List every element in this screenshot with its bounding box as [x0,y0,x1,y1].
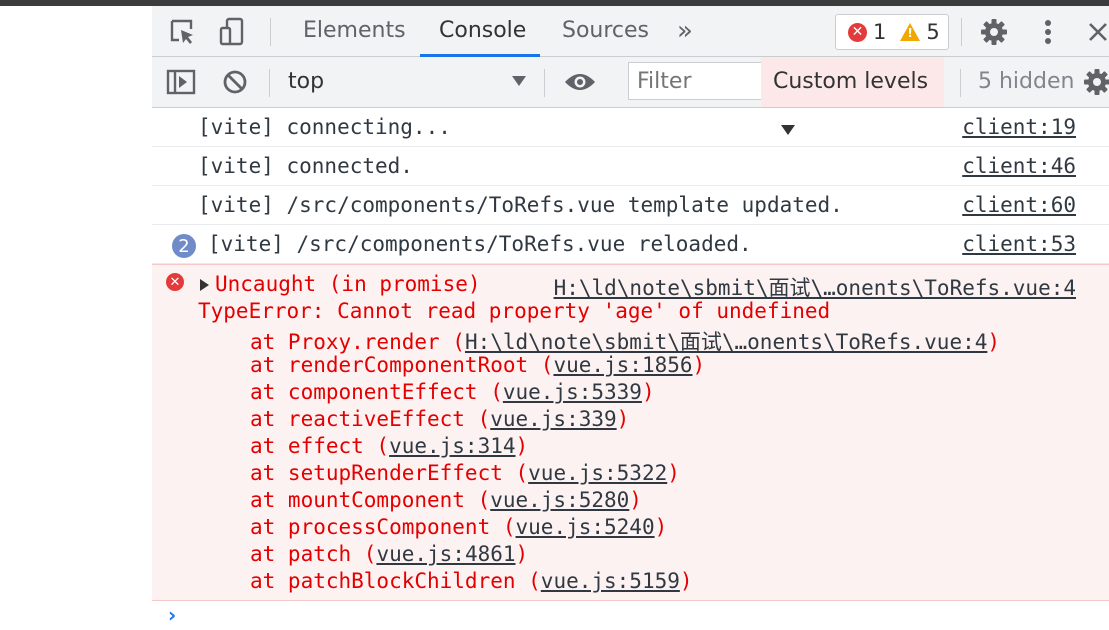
stack-frame-function: at Proxy.render ( [250,330,465,354]
hidden-messages-count: 5 hidden [978,69,1075,94]
stack-frame-function: at effect ( [250,434,390,458]
stack-frame-function: at setupRenderEffect ( [250,461,529,485]
stack-frame-link[interactable]: vue.js:4861 [376,542,515,566]
stack-frame-link[interactable]: vue.js:339 [490,407,616,431]
expand-triangle-icon[interactable] [200,279,209,291]
device-toolbar-icon[interactable] [216,16,250,48]
console-message: [vite] connecting... client:19 [152,108,1109,147]
error-icon: ✕ [848,22,867,42]
stack-frame: at patch (vue.js:4861) [250,542,528,566]
stack-frame-link[interactable]: vue.js:5280 [490,488,629,512]
stack-frame: at renderComponentRoot (vue.js:1856) [250,353,705,377]
stack-frame-function: at mountComponent ( [250,488,491,512]
stack-frame: at reactiveEffect (vue.js:339) [250,407,629,431]
error-icon: ✕ [166,273,184,291]
tab-elements[interactable]: Elements [303,6,406,56]
warning-count: 5 [926,20,940,44]
stack-frame-function: at reactiveEffect ( [250,407,491,431]
stack-frame-function: at processComponent ( [250,515,516,539]
tab-console[interactable]: Console [439,6,526,56]
stack-frame-function: at patch ( [250,542,377,566]
message-text: [vite] connected. [198,154,413,178]
log-levels-label: Custom levels [773,69,929,94]
stack-frame-link[interactable]: vue.js:5159 [541,569,680,593]
stack-frame-link[interactable]: vue.js:5240 [516,515,655,539]
message-source-link[interactable]: client:60 [962,193,1076,217]
stack-frame-link[interactable]: vue.js:5339 [503,380,642,404]
stack-frame: at mountComponent (vue.js:5280) [250,488,642,512]
stack-frame-close: ) [987,330,1001,354]
stack-frame-close: ) [641,380,655,404]
stack-frame-close: ) [515,434,529,458]
console-messages: [vite] connecting... client:19 [vite] co… [152,108,1109,601]
stack-frame: at setupRenderEffect (vue.js:5322) [250,461,680,485]
message-text: [vite] connecting... [198,115,451,139]
stack-frame: at componentEffect (vue.js:5339) [250,380,655,404]
filter-input[interactable] [628,62,766,100]
message-source-link[interactable]: client:53 [962,232,1076,256]
tab-divider [270,18,271,46]
message-source-link[interactable]: client:19 [962,115,1076,139]
stack-frame-close: ) [616,407,630,431]
console-message: [vite] /src/components/ToRefs.vue templa… [152,186,1109,225]
stack-frame-link[interactable]: vue.js:314 [389,434,515,458]
devtools-panel: Elements Console Sources » ✕ 1 ! 5 top F… [152,6,1109,630]
toolbar-divider [960,69,961,97]
toolbar-divider [544,69,545,97]
error-count: 1 [873,20,887,44]
warning-icon: ! [900,23,921,41]
stack-frame-function: at patchBlockChildren ( [250,569,541,593]
settings-gear-icon[interactable] [978,16,1010,48]
console-message: 2 [vite] /src/components/ToRefs.vue relo… [152,225,1109,264]
stack-frame-close: ) [667,461,680,485]
stack-frame: at patchBlockChildren (vue.js:5159) [250,569,693,593]
close-devtools-icon[interactable] [1084,18,1109,46]
tab-sources[interactable]: Sources [562,6,649,56]
stack-frame: at processComponent (vue.js:5240) [250,515,667,539]
stack-frame: at effect (vue.js:314) [250,434,528,458]
console-settings-gear-icon[interactable] [1082,67,1109,97]
console-toolbar: top Custom levels 5 hidden [152,57,1109,135]
message-source-link[interactable]: client:46 [962,154,1076,178]
inspect-element-icon[interactable] [166,16,200,48]
context-selector[interactable]: top [288,69,324,94]
toolbar-divider [269,69,270,97]
show-sidebar-icon[interactable] [165,67,197,97]
stack-frame-link[interactable]: H:\ld\note\sbmit\面试\…onents\ToRefs.vue:4 [465,330,987,354]
stack-frame-close: ) [654,515,668,539]
issues-counter[interactable]: ✕ 1 ! 5 [835,14,949,50]
more-tabs-button[interactable]: » [677,6,693,56]
error-heading[interactable]: Uncaught (in promise) [215,272,481,296]
devtools-tab-strip: Elements Console Sources » ✕ 1 ! 5 [152,6,1109,57]
more-options-icon[interactable] [1032,16,1064,48]
log-levels-dropdown[interactable]: Custom levels [761,57,944,135]
error-text: TypeError: Cannot read property 'age' of… [198,299,831,323]
error-message: ✕ Uncaught (in promise) H:\ld\note\sbmit… [152,264,1109,601]
error-source-link[interactable]: H:\ld\note\sbmit\面试\…onents\ToRefs.vue:4 [554,272,1076,302]
stack-frame-link[interactable]: vue.js:1856 [553,353,692,377]
stack-frame-close: ) [629,488,642,512]
tab-divider [961,18,962,46]
stack-frame-close: ) [692,353,706,377]
stack-frame-close: ) [515,542,529,566]
console-prompt-icon[interactable]: › [168,603,176,627]
stack-frame-close: ) [679,569,693,593]
repeat-count-badge: 2 [172,234,196,258]
stack-frame: at Proxy.render (H:\ld\note\sbmit\面试\…on… [250,326,1000,356]
live-expression-eye-icon[interactable] [562,68,598,96]
console-message: [vite] connected. client:46 [152,147,1109,186]
stack-frame-link[interactable]: vue.js:5322 [528,461,667,485]
clear-console-icon[interactable] [220,67,250,97]
message-text: [vite] /src/components/ToRefs.vue reload… [208,232,752,256]
stack-frame-function: at renderComponentRoot ( [250,353,554,377]
message-text: [vite] /src/components/ToRefs.vue templa… [198,193,843,217]
stack-frame-function: at componentEffect ( [250,380,503,404]
chevron-down-icon[interactable] [512,76,526,86]
